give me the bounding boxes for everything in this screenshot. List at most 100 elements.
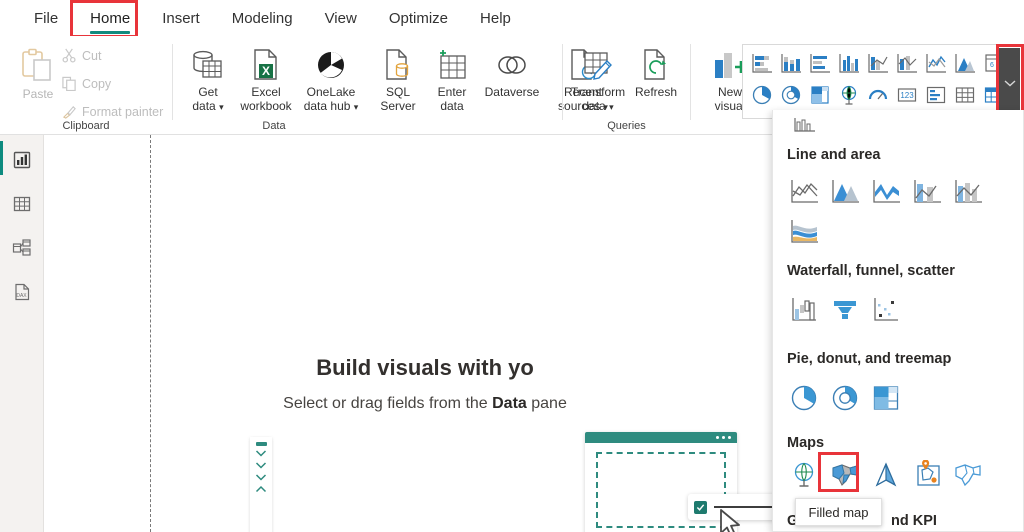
ribbon-group-data: Get data ▾ X Excel workbook OneLake data… [174,36,608,135]
gallery-clustered-column-chart-icon[interactable] [834,48,863,78]
enter-data-button[interactable]: Enter data [420,44,484,113]
transform-data-label1: Transform [570,85,626,99]
sidebar-item-model-view[interactable] [0,227,44,269]
sql-server-icon [382,44,414,82]
flyout-azure-map-icon[interactable] [865,455,906,495]
get-data-button[interactable]: Get data ▾ [176,44,240,114]
flyout-funnel-chart-icon[interactable] [824,290,865,330]
cut-label: Cut [82,48,102,63]
gallery-area-chart-icon[interactable] [950,48,979,78]
transform-data-button[interactable]: Transform data ▾ [566,44,630,114]
gallery-card-icon[interactable]: 123 [892,80,921,110]
power-bi-desktop-window: File Home Insert Modeling View Optimize … [0,0,1024,532]
gallery-clustered-bar-chart-icon[interactable] [805,48,834,78]
tab-file[interactable]: File [18,0,74,36]
data-group-label: Data [262,120,286,132]
gallery-100-stacked-bar-chart-icon[interactable] [863,48,892,78]
bar-chart-icon [13,151,31,169]
enter-data-label2: data [440,99,464,113]
clipboard-group-label: Clipboard [62,120,110,132]
illustration-field-line [714,506,774,508]
tab-optimize[interactable]: Optimize [373,0,464,36]
copy-button[interactable]: Copy [62,76,111,91]
flyout-treemap-icon[interactable] [865,378,906,418]
scissors-icon [62,48,76,63]
gallery-treemap-icon[interactable] [805,80,834,110]
tab-view[interactable]: View [309,0,373,36]
visuals-gallery-flyout: Line and area Waterfall, funnel, scatter… [772,110,1024,532]
refresh-label: Refresh [634,85,678,99]
gallery-table-icon[interactable] [950,80,979,110]
dax-file-icon: DAX [15,283,30,301]
onelake-label2: data hub ▾ [303,99,359,113]
flyout-section-icons-pie [783,378,906,418]
gallery-map-icon[interactable] [834,80,863,110]
sidebar-item-table-view[interactable] [0,183,44,225]
flyout-pie-chart-icon[interactable] [783,378,824,418]
copy-label: Copy [82,76,112,91]
tab-insert[interactable]: Insert [146,0,216,36]
cut-button[interactable]: Cut [62,48,101,63]
refresh-button[interactable]: Refresh [624,44,688,99]
format-painter-button[interactable]: Format painter [62,104,163,119]
flyout-donut-chart-icon[interactable] [824,378,865,418]
gallery-line-chart-icon[interactable] [921,48,950,78]
sidebar-item-dax-query-view[interactable]: DAX [0,271,44,313]
tab-help[interactable]: Help [464,0,527,36]
gallery-pie-chart-icon[interactable] [747,80,776,110]
chevron-up-icon [255,485,267,493]
excel-workbook-label1: Excel [251,85,281,99]
dataverse-button[interactable]: Dataverse [476,44,548,99]
gallery-expand-button[interactable] [999,48,1020,117]
flyout-line-and-clustered-column-chart-icon[interactable] [947,172,988,212]
flyout-map-icon[interactable] [783,455,824,495]
dataverse-label: Dataverse [484,85,540,99]
flyout-ribbon-chart-icon[interactable] [783,212,824,252]
gallery-gauge-icon[interactable] [863,80,892,110]
paste-button[interactable]: Paste [6,46,70,101]
sidebar-item-report-view[interactable] [0,139,44,181]
checkbox-checked-icon [694,500,707,514]
onelake-icon [314,44,348,82]
svg-text:6: 6 [990,62,994,69]
get-data-label2: data ▾ [192,99,224,113]
gallery-100-stacked-column-chart-icon[interactable] [892,48,921,78]
excel-workbook-label2: workbook [240,99,292,113]
tab-modeling[interactable]: Modeling [216,0,309,36]
flyout-filled-map-icon[interactable] [824,455,865,495]
flyout-shape-map-icon[interactable] [906,455,947,495]
tab-home[interactable]: Home [76,0,144,36]
paintbrush-icon [62,105,76,119]
flyout-arcgis-map-icon[interactable] [947,455,988,495]
gallery-stacked-bar-chart-icon[interactable] [747,48,776,78]
flyout-section-title-maps: Maps [787,435,825,451]
onelake-data-hub-button[interactable]: OneLake data hub ▾ [296,44,366,114]
flyout-line-chart-icon[interactable] [783,172,824,212]
visuals-gallery-row-1: 6 [747,48,1008,78]
paste-label: Paste [22,87,54,101]
illustration-window-dots [716,436,731,439]
canvas-empty-title: Build visuals with yo [316,355,534,380]
gallery-donut-chart-icon[interactable] [776,80,805,110]
illustration-titlebar [585,432,737,443]
flyout-area-chart-icon[interactable] [824,172,865,212]
flyout-section-title-line-and-area: Line and area [787,147,881,163]
new-visual-label2: visual [714,99,746,113]
flyout-stacked-area-chart-icon[interactable] [865,172,906,212]
queries-group-label: Queries [607,120,646,132]
flyout-section-title-gauges-and-kpi-right: nd KPI [891,513,937,529]
flyout-section-title-waterfall-funnel-scatter: Waterfall, funnel, scatter [787,263,955,279]
flyout-scatter-chart-icon[interactable] [865,290,906,330]
ribbon-group-queries: Transform data ▾ Refresh Queries [564,36,689,135]
excel-workbook-button[interactable]: X Excel workbook [234,44,298,113]
gallery-stacked-column-chart-icon[interactable] [776,48,805,78]
flyout-waterfall-chart-icon[interactable] [783,290,824,330]
illustration-field-list-panel [250,437,272,532]
enter-data-icon [435,44,469,82]
chevron-down-icon [255,462,267,469]
flyout-overflow-row [787,113,823,137]
flyout-histogram-icon[interactable] [787,113,823,137]
flyout-line-and-stacked-column-chart-icon[interactable] [906,172,947,212]
group-divider [562,44,563,120]
gallery-multi-row-card-icon[interactable] [921,80,950,110]
